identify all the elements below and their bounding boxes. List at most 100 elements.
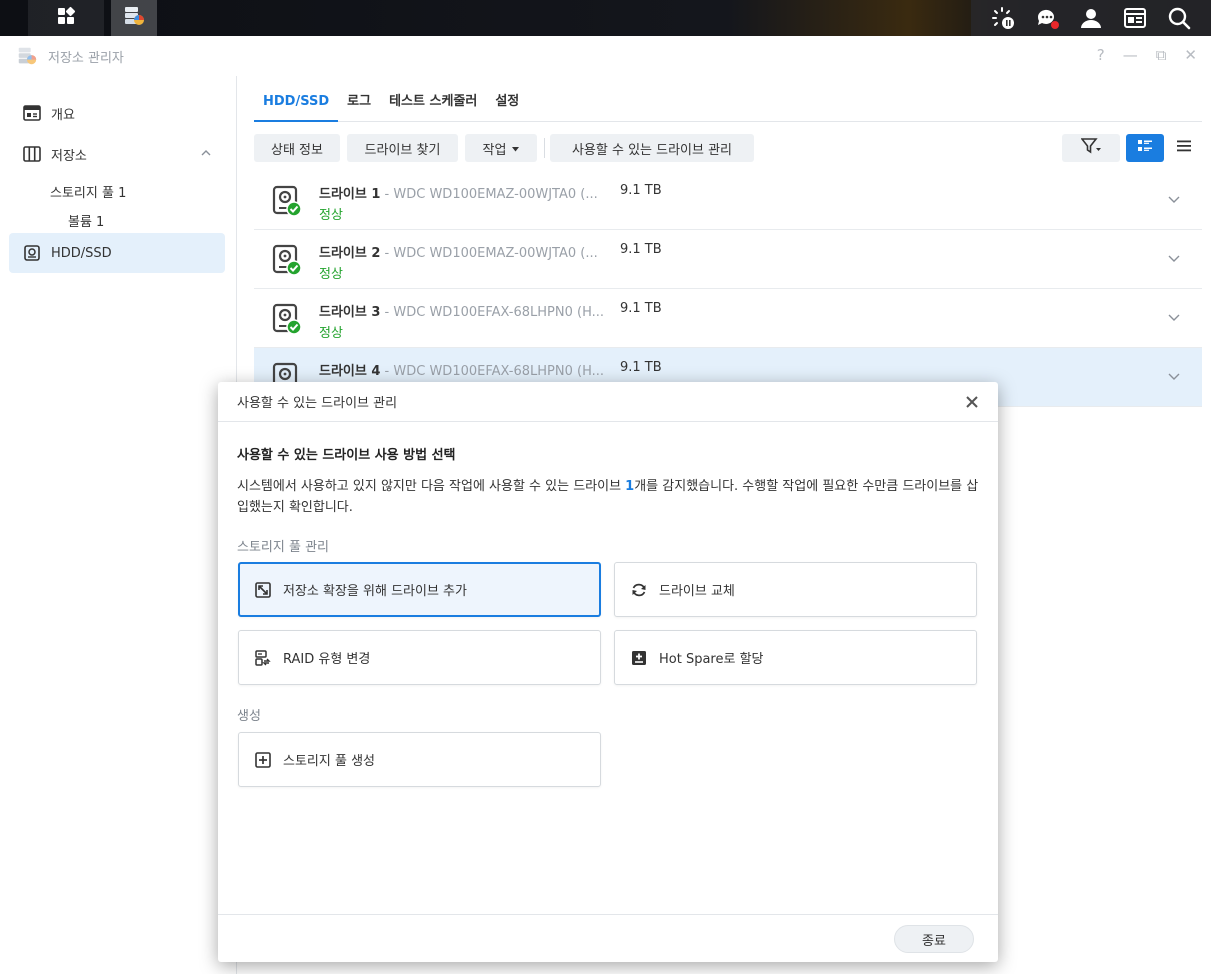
toolbar-divider — [544, 138, 545, 158]
dialog-title: 사용할 수 있는 드라이브 관리 — [237, 396, 398, 411]
list-icon — [1177, 140, 1191, 156]
drive-count: 1 — [625, 479, 635, 494]
drive-healthy-icon — [272, 185, 302, 217]
grid-view-button[interactable] — [1126, 134, 1164, 162]
chat-icon[interactable] — [1035, 6, 1059, 30]
drive-healthy-icon — [272, 244, 302, 276]
drive-label: 드라이브 3 — [319, 305, 381, 320]
drive-label: 드라이브 2 — [319, 246, 381, 261]
option-label: 스토리지 풀 생성 — [283, 754, 375, 769]
drive-model: - WDC WD100EMAZ-00WJTA0 (... — [380, 246, 598, 261]
drive-label: 드라이브 4 — [319, 364, 381, 379]
option-label: RAID 유형 변경 — [283, 652, 371, 667]
storage-manager-taskbar-button[interactable] — [111, 0, 157, 36]
option-assign-hot-spare[interactable]: Hot Spare로 할당 — [614, 630, 977, 685]
sidebar-item-label: 개요 — [51, 107, 75, 123]
sidebar-item-label: HDD/SSD — [51, 245, 112, 261]
restore-icon[interactable]: ⧉ — [1156, 46, 1167, 64]
close-icon[interactable] — [964, 394, 980, 410]
search-icon[interactable] — [1167, 6, 1191, 30]
dialog-description: 시스템에서 사용하고 있지 않지만 다음 작업에 사용할 수 있는 드라이브 1… — [237, 476, 979, 518]
option-label: Hot Spare로 할당 — [659, 652, 764, 667]
detail-list-icon — [1138, 140, 1152, 156]
action-label: 작업 — [482, 142, 507, 158]
option-create-storage-pool[interactable]: 스토리지 풀 생성 — [238, 732, 601, 787]
dialog-footer: 종료 — [218, 914, 998, 962]
tab-settings[interactable]: 설정 — [486, 90, 528, 121]
chevron-down-icon[interactable] — [1168, 193, 1180, 205]
taskbar — [0, 0, 1211, 36]
sidebar-item-storage[interactable]: 저장소 — [9, 134, 225, 174]
option-change-raid-type[interactable]: RAID 유형 변경 — [238, 630, 601, 685]
tab-bar: HDD/SSD 로그 테스트 스케줄러 설정 — [254, 76, 1202, 122]
drive-size: 9.1 TB — [620, 301, 662, 316]
drive-status: 정상 — [319, 208, 343, 223]
desc-text: 시스템에서 사용하고 있지 않지만 다음 작업에 사용할 수 있는 드라이브 — [237, 479, 626, 494]
status-info-button[interactable]: 상태 정보 — [254, 134, 340, 162]
chevron-up-icon[interactable] — [201, 147, 211, 157]
filter-button[interactable] — [1062, 134, 1120, 162]
dialog-heading: 사용할 수 있는 드라이브 사용 방법 선택 — [237, 448, 456, 463]
help-icon[interactable]: ? — [1097, 46, 1105, 64]
drive-status: 정상 — [319, 267, 343, 282]
minimize-icon[interactable]: — — [1123, 46, 1138, 64]
caret-down-icon — [512, 141, 520, 156]
sidebar-item-label: 저장소 — [51, 148, 87, 164]
user-icon[interactable] — [1079, 6, 1103, 30]
filter-icon — [1080, 138, 1101, 158]
list-view-button[interactable] — [1166, 134, 1202, 162]
drive-name: 드라이브 4 - WDC WD100EFAX-68LHPN0 (H... — [319, 360, 604, 379]
apps-icon — [56, 6, 76, 30]
window-titlebar: 저장소 관리자 ? — ⧉ ✕ — [0, 36, 1211, 76]
sidebar-item-storage-pool-1[interactable]: 스토리지 풀 1 — [50, 182, 126, 201]
update-status-icon[interactable] — [991, 6, 1015, 30]
manage-available-drives-button[interactable]: 사용할 수 있는 드라이브 관리 — [550, 134, 754, 162]
chevron-down-icon[interactable] — [1168, 311, 1180, 323]
sidebar-item-volume-1[interactable]: 볼륨 1 — [68, 211, 104, 230]
drive-size: 9.1 TB — [620, 183, 662, 198]
taskbar-tray — [971, 0, 1211, 36]
drive-name: 드라이브 1 - WDC WD100EMAZ-00WJTA0 (... — [319, 183, 598, 202]
widgets-icon[interactable] — [1123, 6, 1147, 30]
drive-healthy-icon — [272, 303, 302, 335]
hot-spare-icon — [630, 649, 648, 667]
chevron-down-icon[interactable] — [1168, 252, 1180, 264]
drive-status: 정상 — [319, 326, 343, 341]
main-menu-button[interactable] — [28, 0, 104, 36]
drive-row[interactable]: 드라이브 3 - WDC WD100EFAX-68LHPN0 (H... 9.1… — [254, 289, 1202, 348]
tab-test-scheduler[interactable]: 테스트 스케줄러 — [380, 90, 486, 121]
expand-icon — [254, 581, 272, 599]
overview-icon — [23, 104, 41, 122]
sidebar-item-hdd-ssd[interactable]: HDD/SSD — [9, 233, 225, 273]
window-title: 저장소 관리자 — [48, 50, 124, 66]
storage-manager-icon — [16, 45, 38, 67]
chevron-down-icon[interactable] — [1168, 370, 1180, 382]
drive-name: 드라이브 2 - WDC WD100EMAZ-00WJTA0 (... — [319, 242, 598, 261]
tab-log[interactable]: 로그 — [338, 90, 380, 121]
find-drive-button[interactable]: 드라이브 찾기 — [347, 134, 458, 162]
drive-model: - WDC WD100EFAX-68LHPN0 (H... — [380, 364, 605, 379]
drive-row[interactable]: 드라이브 1 - WDC WD100EMAZ-00WJTA0 (... 9.1 … — [254, 171, 1202, 230]
drive-size: 9.1 TB — [620, 242, 662, 257]
storage-manager-icon — [122, 4, 146, 32]
drive-label: 드라이브 1 — [319, 187, 381, 202]
sidebar-item-overview[interactable]: 개요 — [9, 93, 225, 133]
sidebar: 개요 저장소 스토리지 풀 1 볼륨 1 HDD/SSD — [0, 76, 237, 974]
raid-icon — [254, 649, 272, 667]
close-icon[interactable]: ✕ — [1184, 46, 1197, 64]
option-expand-storage[interactable]: 저장소 확장을 위해 드라이브 추가 — [238, 562, 601, 617]
option-replace-drive[interactable]: 드라이브 교체 — [614, 562, 977, 617]
close-button[interactable]: 종료 — [894, 925, 974, 953]
action-dropdown-button[interactable]: 작업 — [465, 134, 537, 162]
drive-model: - WDC WD100EFAX-68LHPN0 (H... — [380, 305, 605, 320]
plus-box-icon — [254, 751, 272, 769]
manage-available-drives-dialog: 사용할 수 있는 드라이브 관리 사용할 수 있는 드라이브 사용 방법 선택 … — [218, 382, 998, 962]
tab-hdd-ssd[interactable]: HDD/SSD — [254, 94, 339, 122]
refresh-icon — [630, 581, 648, 599]
storage-icon — [23, 145, 41, 163]
toolbar: 상태 정보 드라이브 찾기 작업 사용할 수 있는 드라이브 관리 — [254, 134, 1202, 162]
drive-model: - WDC WD100EMAZ-00WJTA0 (... — [380, 187, 598, 202]
section-create: 생성 — [237, 709, 261, 724]
drive-size: 9.1 TB — [620, 360, 662, 375]
drive-row[interactable]: 드라이브 2 - WDC WD100EMAZ-00WJTA0 (... 9.1 … — [254, 230, 1202, 289]
